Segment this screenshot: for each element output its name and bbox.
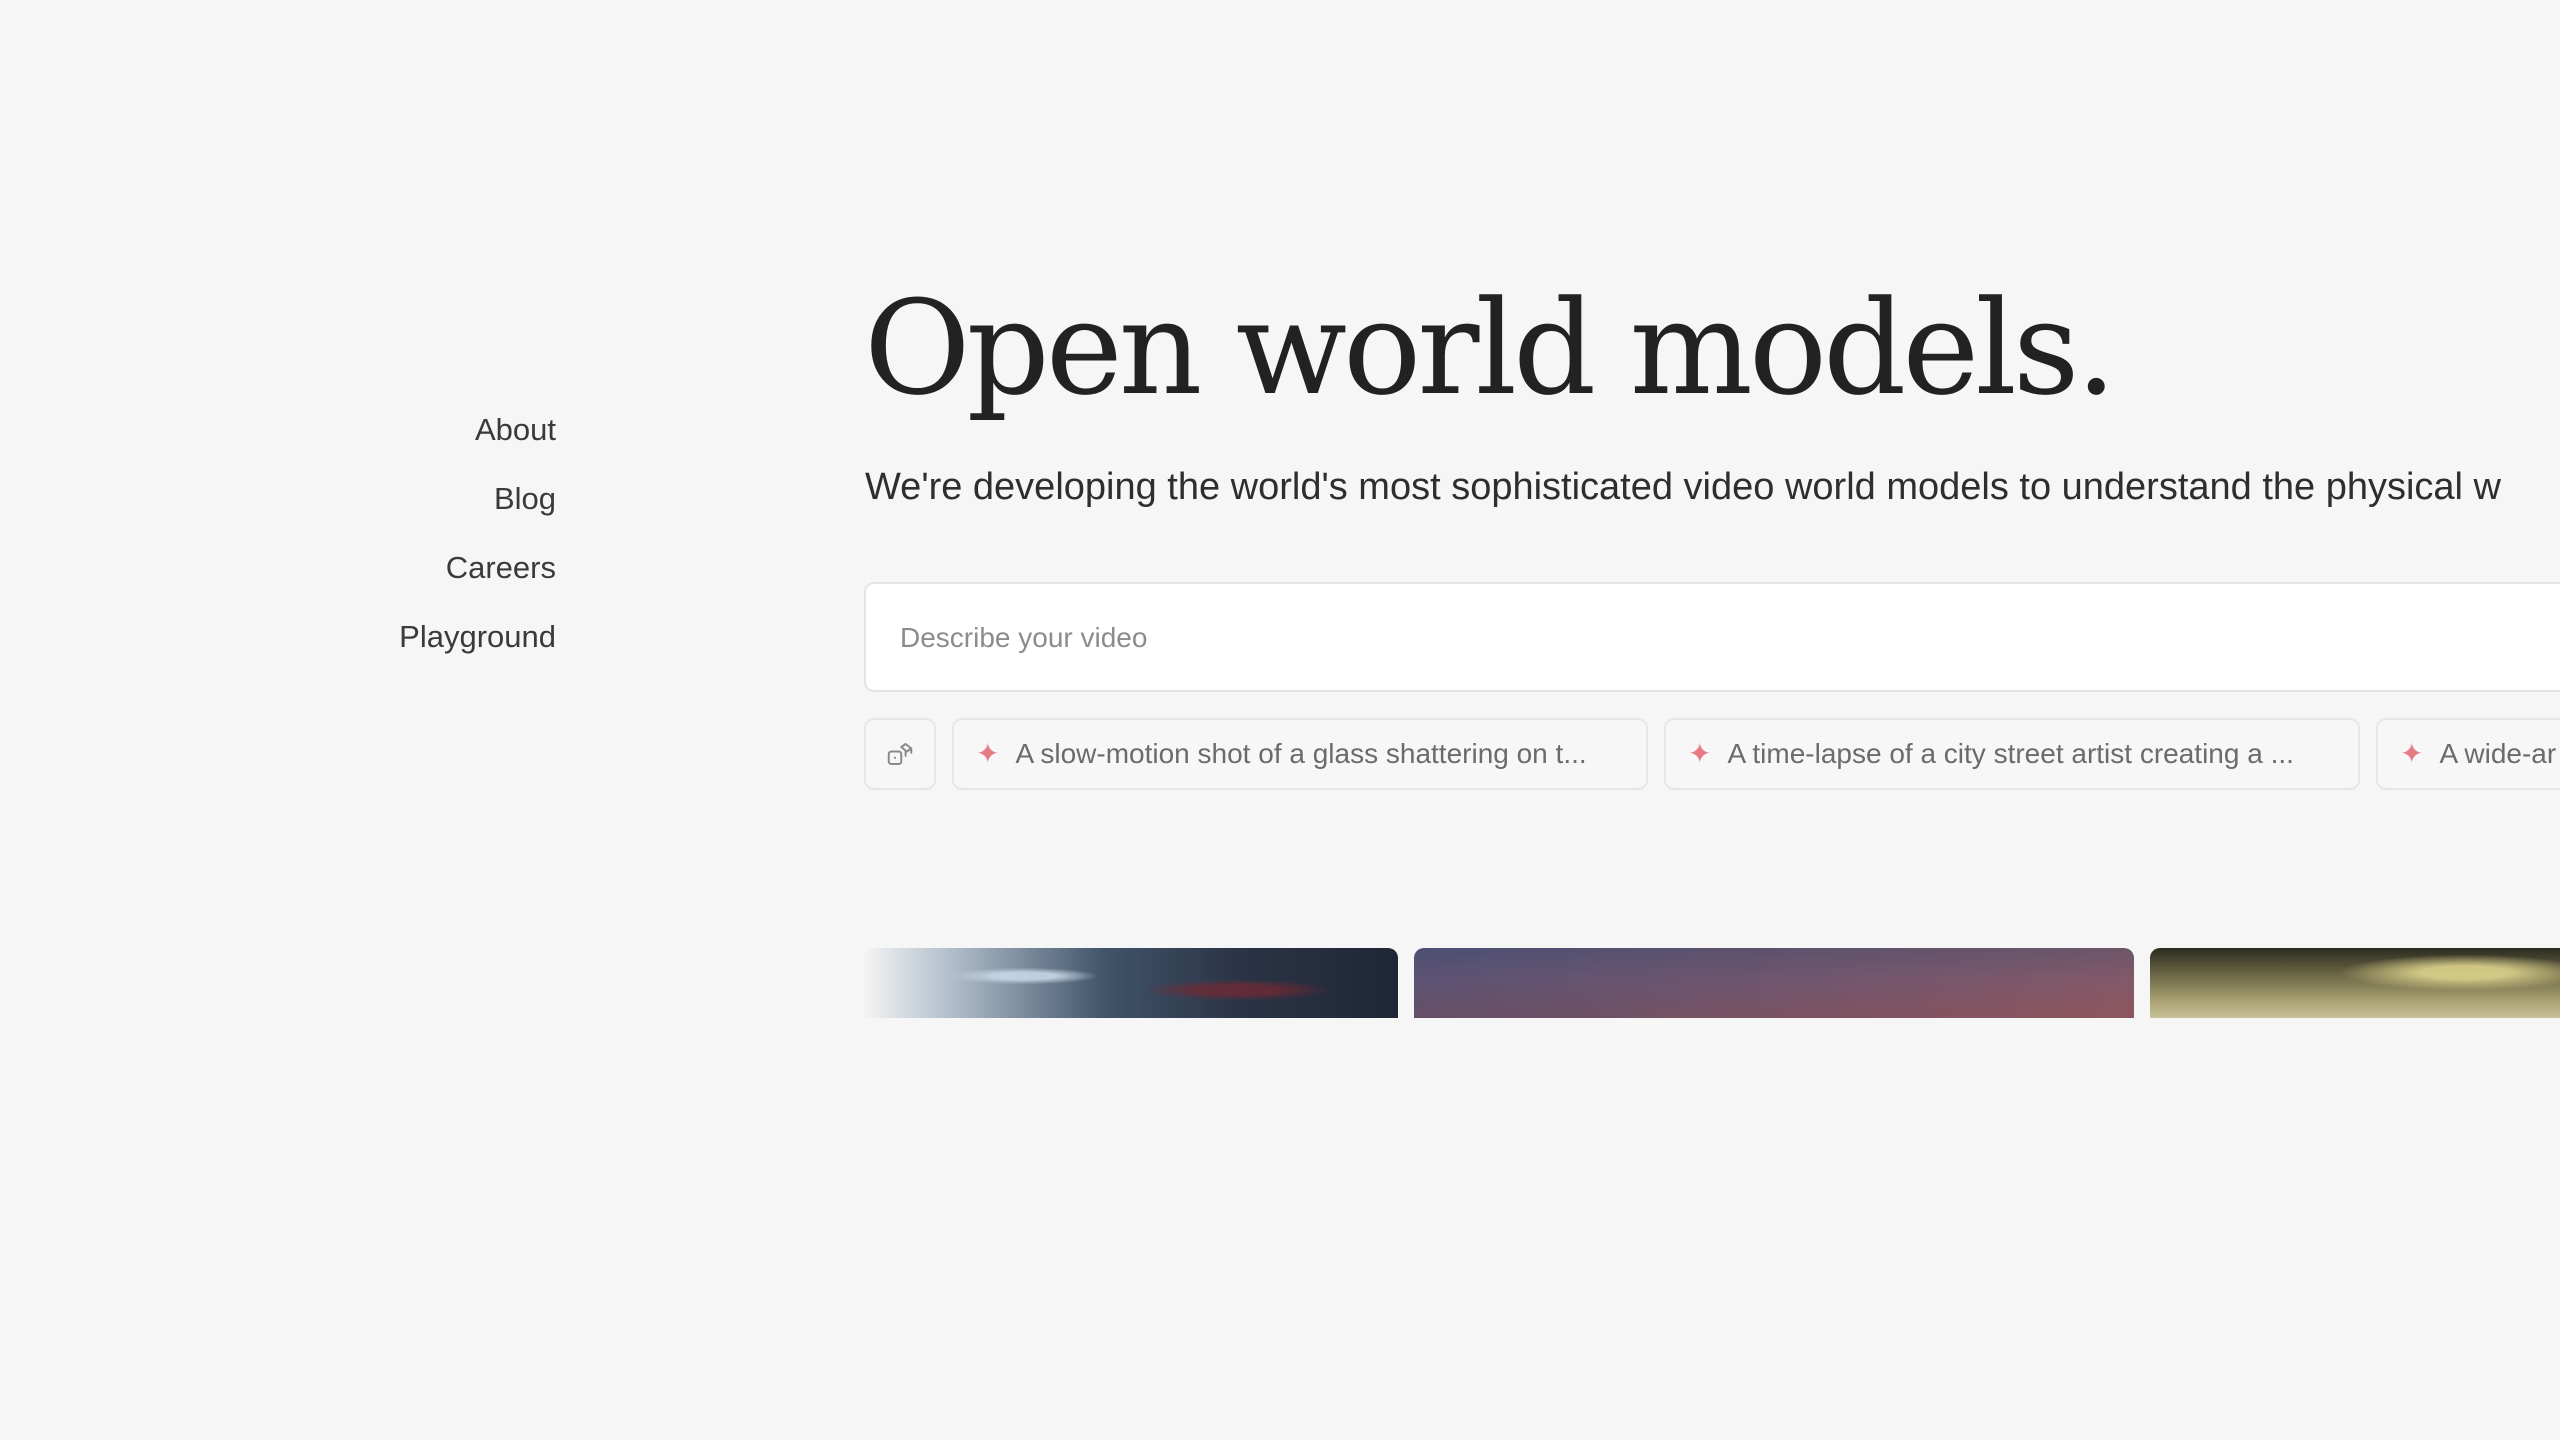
shuffle-dice-icon: [887, 743, 913, 765]
sparkle-icon: ✦: [1688, 738, 1712, 769]
page: About Blog Careers Playground Open world…: [0, 0, 2560, 1440]
video-thumb-ice[interactable]: [864, 948, 1398, 1018]
shuffle-button[interactable]: [864, 718, 936, 790]
nav-blog-link[interactable]: Blog: [494, 464, 556, 533]
suggestion-chip[interactable]: ✦ A wide-ar: [2376, 718, 2560, 790]
sparkle-icon: ✦: [2400, 738, 2424, 769]
prompt-box: [864, 582, 2560, 692]
suggestion-chip[interactable]: ✦ A time-lapse of a city street artist c…: [1664, 718, 2360, 790]
suggestion-row: ✦ A slow-motion shot of a glass shatteri…: [864, 718, 2560, 790]
suggestion-text: A slow-motion shot of a glass shattering…: [1015, 738, 1587, 769]
nav-playground-link[interactable]: Playground: [399, 602, 556, 671]
hero-subtitle: We're developing the world's most sophis…: [865, 466, 2502, 508]
video-thumb-ground[interactable]: [2150, 948, 2560, 1018]
side-nav: About Blog Careers Playground: [280, 395, 556, 671]
nav-about-link[interactable]: About: [475, 395, 556, 464]
hero-title: Open world models.: [864, 272, 2117, 424]
sparkle-icon: ✦: [976, 738, 1000, 769]
video-thumb-sky[interactable]: [1414, 948, 2134, 1018]
suggestion-text: A wide-ar: [2439, 738, 2557, 769]
describe-video-input[interactable]: [898, 584, 2502, 692]
video-gallery: [864, 948, 2560, 1018]
suggestion-text: A time-lapse of a city street artist cre…: [1727, 738, 2294, 769]
suggestion-chip[interactable]: ✦ A slow-motion shot of a glass shatteri…: [952, 718, 1648, 790]
nav-careers-link[interactable]: Careers: [446, 533, 556, 602]
